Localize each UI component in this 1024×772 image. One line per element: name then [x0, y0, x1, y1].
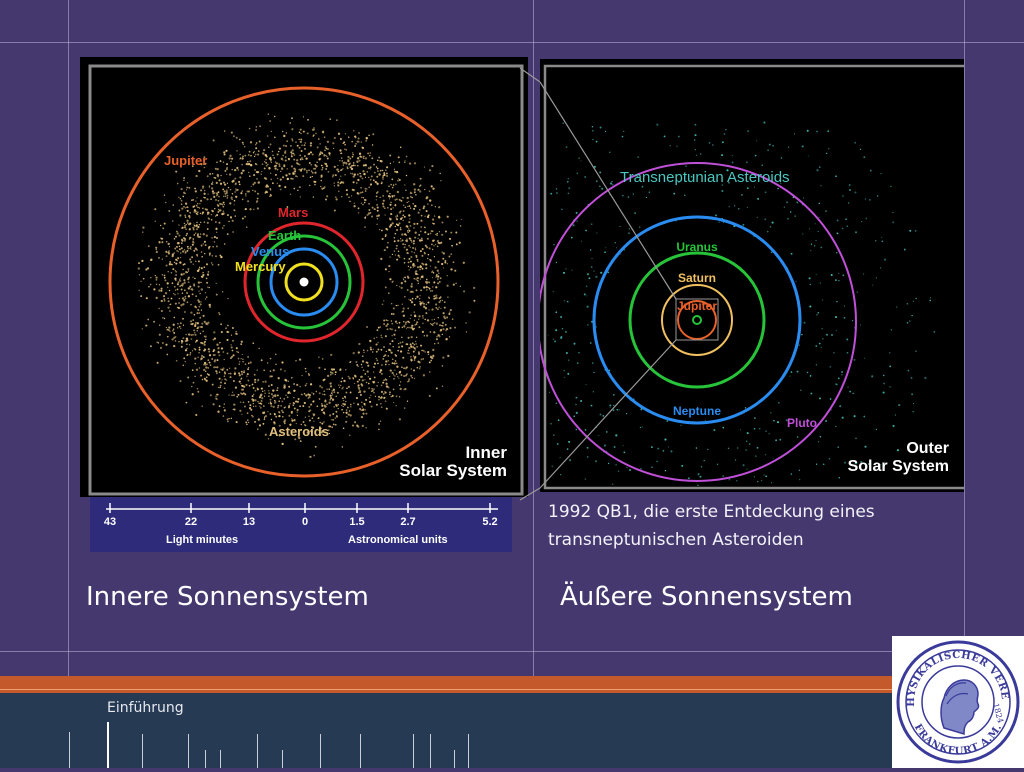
scale-tick-label: 43: [104, 516, 116, 528]
label-earth: Earth: [268, 228, 301, 243]
footer-tick: [468, 734, 469, 768]
subtitle-inner-solar-system: Innere Sonnensystem: [86, 582, 369, 612]
footer-tick: [205, 750, 206, 768]
inner-solar-system-figure: Jupiter Mars Earth Venus Mercury Asteroi…: [80, 57, 528, 497]
scale-ticks: [109, 503, 491, 513]
scale-bar-graphic: 43 22 13 0 1.5 2.7 5.2 Light minutes Ast…: [104, 503, 498, 546]
figure-caption: 1992 QB1, die erste Entdeckung eines tra…: [548, 498, 875, 554]
distance-scale-bar: 43 22 13 0 1.5 2.7 5.2 Light minutes Ast…: [90, 497, 512, 552]
scale-tick-label: 5.2: [482, 516, 497, 528]
grid-line-vertical: [533, 0, 534, 676]
label-transneptunian-asteroids: Transneptunian Asteroids: [620, 169, 790, 186]
subtitle-outer-solar-system: Äußere Sonnensystem: [560, 582, 853, 612]
scale-label-astronomical-units: Astronomical units: [348, 534, 448, 546]
label-jupiter: Jupiter: [677, 299, 717, 313]
footer-tick: [142, 734, 143, 768]
footer-tick: [257, 734, 258, 768]
footer-tick: [430, 734, 431, 768]
label-uranus: Uranus: [676, 240, 718, 254]
label-neptune: Neptune: [673, 404, 721, 418]
physikalischer-verein-logo: PHYSIKALISCHER VEREIN FRANKFURT A.M. 182…: [887, 628, 1024, 768]
label-mars: Mars: [278, 205, 308, 220]
footer-tick: [282, 750, 283, 768]
pluto-orbit: [537, 162, 857, 482]
footer-tick-active: [107, 722, 109, 768]
grid-line-vertical: [964, 0, 965, 676]
scale-tick-label: 13: [243, 516, 255, 528]
label-saturn: Saturn: [678, 271, 716, 285]
accent-line: [0, 689, 892, 690]
label-asteroids: Asteroids: [269, 424, 329, 439]
grid-line-vertical: [68, 0, 69, 676]
inner-title-line2: Solar System: [399, 461, 507, 480]
caption-line-1: 1992 QB1, die erste Entdeckung eines: [548, 502, 875, 522]
outer-solar-system-figure: Transneptunian Asteroids Uranus Saturn J…: [537, 59, 972, 492]
grid-line-horizontal: [0, 42, 1024, 43]
outer-title-line2: Solar System: [848, 458, 949, 475]
outer-solar-system-diagram: Transneptunian Asteroids Uranus Saturn J…: [537, 64, 972, 490]
label-mercury: Mercury: [235, 259, 286, 274]
footer-tick: [69, 732, 70, 768]
sun: [299, 277, 309, 287]
scale-tick-label: 1.5: [349, 516, 364, 528]
footer-tick: [360, 734, 361, 768]
inner-solar-system-diagram: Jupiter Mars Earth Venus Mercury Asteroi…: [88, 64, 524, 496]
scale-tick-label: 2.7: [400, 516, 415, 528]
footer-section-label: Einführung: [107, 700, 184, 716]
scale-tick-label: 22: [185, 516, 197, 528]
accent-band: [0, 676, 892, 693]
footer-tick: [220, 750, 221, 768]
footer-tick: [320, 734, 321, 768]
scale-label-light-minutes: Light minutes: [166, 534, 238, 546]
logo-seal: PHYSIKALISCHER VEREIN FRANKFURT A.M. 182…: [887, 628, 1020, 764]
label-jupiter: Jupiter: [164, 153, 207, 168]
figure-frame: [543, 64, 972, 490]
inner-orbits: [692, 315, 702, 325]
scale-tick-label: 0: [302, 516, 308, 528]
outer-title-line1: Outer: [906, 440, 949, 457]
footer-tick: [454, 750, 455, 768]
label-pluto: Pluto: [787, 416, 817, 430]
caption-line-2: transneptunischen Asteroiden: [548, 530, 804, 550]
grid-line-horizontal: [0, 651, 1024, 652]
inner-title-line1: Inner: [465, 443, 507, 462]
footer-tick: [413, 734, 414, 768]
label-venus: Venus: [251, 244, 289, 259]
footer-tick: [188, 734, 189, 768]
